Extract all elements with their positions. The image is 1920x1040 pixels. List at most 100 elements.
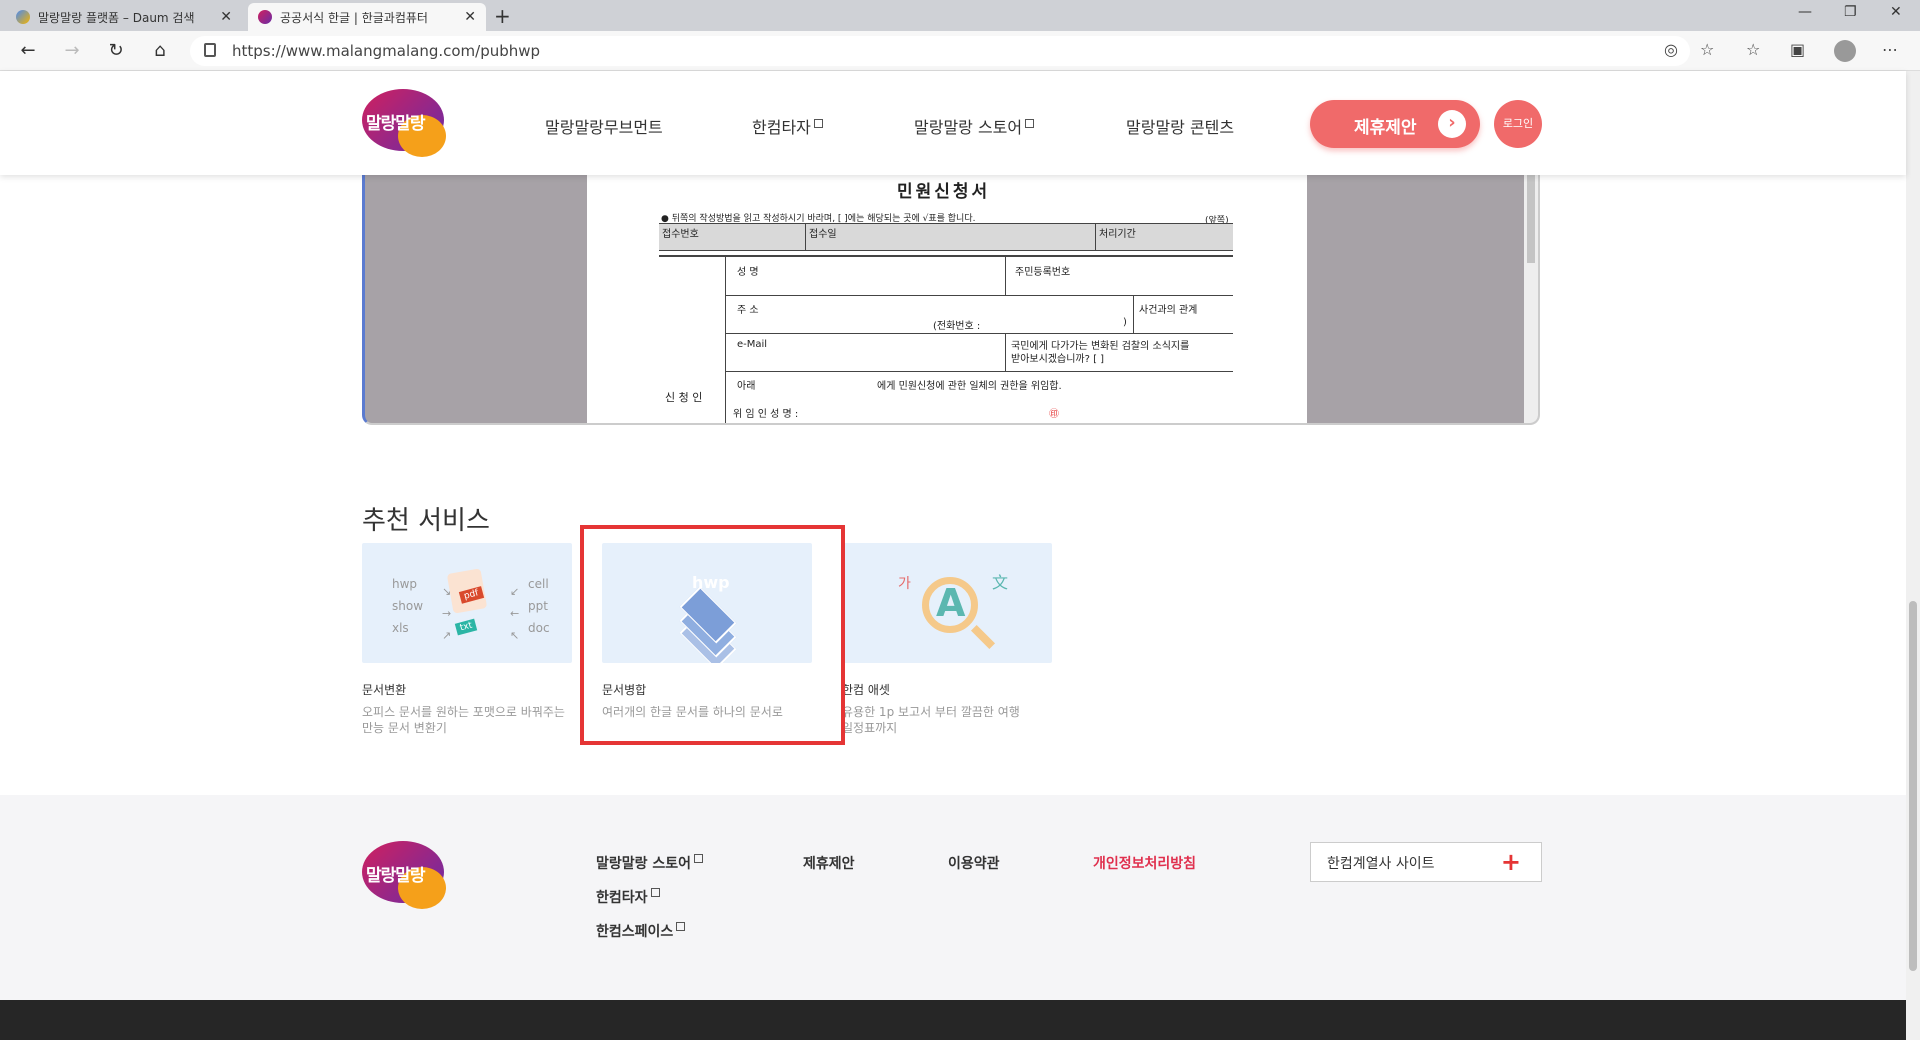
recommend-title: 추천 서비스 — [362, 506, 490, 536]
delegate-text: 에게 민원신청에 관한 일체의 권한을 위임합. — [877, 381, 1062, 392]
external-link-icon — [813, 119, 823, 128]
card-desc: 만능 문서 변환기 — [362, 721, 447, 735]
card-doc-convert[interactable]: hwp show xls ↘ → ↗ pdf txt ↙ ← ↖ cell ppt do… — [362, 543, 572, 736]
footer-logo[interactable]: 말랑말랑 — [362, 841, 448, 909]
doc-convert-thumbnail: hwp show xls ↘ → ↗ pdf txt ↙ ← ↖ cell ppt do… — [362, 543, 572, 663]
close-tab-icon[interactable]: ✕ — [220, 9, 232, 25]
name-label: 성 명 — [737, 267, 759, 278]
chinese-glyph: 文 — [992, 573, 1009, 592]
nav-movement[interactable]: 말랑말랑무브먼트 — [545, 114, 663, 138]
card-desc: 오피스 문서를 원하는 포맷으로 바꿔주는 — [362, 705, 565, 719]
nav-contents[interactable]: 말랑말랑 콘텐츠 — [1126, 114, 1234, 138]
tab-pubhwp[interactable]: 공공서식 한글 | 한글과컴퓨터 ✕ — [248, 3, 486, 31]
scrollbar-thumb[interactable] — [1909, 601, 1917, 971]
footer-link-terms[interactable]: 이용약관 — [948, 853, 1000, 873]
cta-label: 제휴제안 — [1354, 118, 1417, 138]
family-site-label: 한컴계열사 사이트 — [1327, 856, 1435, 872]
card-desc: 유용한 1p 보고서 부터 깔끔한 여행 — [842, 705, 1020, 719]
phone-label: (전화번호 : — [933, 321, 981, 332]
preview-scrollbar[interactable] — [1524, 157, 1538, 423]
nav-label: 말랑말랑 스토어 — [914, 118, 1023, 137]
close-tab-icon[interactable]: ✕ — [464, 9, 476, 25]
relation-label: 사건과의 관계 — [1139, 305, 1198, 316]
favorite-star-icon[interactable]: ☆ — [1700, 40, 1714, 59]
footer-link-label: 말랑말랑 스토어 — [596, 856, 692, 872]
preview-scrollbar-thumb[interactable] — [1527, 163, 1535, 263]
letter-a-glyph: A — [936, 581, 966, 625]
footer-link-store[interactable]: 말랑말랑 스토어 — [596, 853, 704, 873]
nav-label: 말랑말랑 콘텐츠 — [1126, 118, 1235, 137]
restore-icon[interactable]: ❐ — [1844, 4, 1857, 20]
hangul-glyph: 가 — [898, 576, 911, 592]
resident-no-label: 주민등록번호 — [1015, 267, 1071, 278]
format-label: cell — [528, 577, 549, 591]
home-icon[interactable]: ⌂ — [148, 39, 172, 63]
receipt-no-label: 접수번호 — [662, 229, 699, 240]
external-link-icon — [694, 854, 704, 863]
preview-page: 민원신청서 ● 뒤쪽의 작성방법을 읽고 작성하시기 바라며, [ ]에는 해당… — [587, 157, 1307, 423]
receipt-row — [659, 223, 1233, 251]
card-hancom-asset[interactable]: 가 A 文 한컴 애셋 유용한 1p 보고서 부터 깔끔한 여행 일정표까지 — [842, 543, 1052, 736]
reload-icon[interactable]: ↻ — [104, 39, 128, 63]
format-label: doc — [528, 621, 550, 635]
logo-text: 말랑말랑 — [366, 866, 426, 886]
footer-bottom-bar — [0, 1000, 1906, 1040]
address-label: 주 소 — [737, 305, 759, 316]
notice-question-2: 받아보시겠습니까? [ ] — [1011, 354, 1105, 365]
footer-link-space[interactable]: 한컴스페이스 — [596, 921, 686, 941]
login-button[interactable]: 로그인 — [1494, 100, 1542, 148]
nav-store[interactable]: 말랑말랑 스토어 — [914, 114, 1035, 138]
plus-icon: + — [1500, 848, 1521, 876]
back-icon[interactable]: ← — [16, 39, 40, 63]
nav-hancom-typing[interactable]: 한컴타자 — [752, 114, 823, 138]
format-label: ppt — [528, 599, 548, 613]
favorites-list-icon[interactable]: ☆ — [1746, 40, 1760, 59]
magnifier-handle — [970, 624, 996, 650]
footer-link-proposal[interactable]: 제휴제안 — [803, 853, 855, 873]
external-link-icon — [1025, 119, 1035, 128]
seal-icon: ㊞ — [1049, 409, 1059, 420]
footer-link-privacy[interactable]: 개인정보처리방침 — [1093, 853, 1196, 873]
format-label: hwp — [392, 577, 418, 591]
processing-period-label: 처리기간 — [1099, 229, 1136, 240]
forward-icon[interactable]: → — [60, 39, 84, 63]
document-preview[interactable]: 민원신청서 ● 뒤쪽의 작성방법을 읽고 작성하시기 바라며, [ ]에는 해당… — [362, 155, 1540, 425]
external-link-icon — [650, 888, 660, 897]
browser-tabbar: 말랑말랑 플랫폼 – Daum 검색 ✕ 공공서식 한글 | 한글과컴퓨터 ✕ … — [0, 0, 1920, 31]
minimize-icon[interactable]: — — [1798, 4, 1812, 20]
page-scrollbar[interactable] — [1906, 71, 1920, 1040]
highlight-box — [580, 525, 845, 745]
tab-title: 말랑말랑 플랫폼 – Daum 검색 — [38, 10, 195, 25]
card-name: 한컴 애셋 — [842, 683, 890, 697]
receipt-date-label: 접수일 — [809, 229, 837, 240]
daum-favicon-icon — [16, 10, 30, 24]
site-logo[interactable]: 말랑말랑 — [362, 89, 448, 157]
family-site-select[interactable]: 한컴계열사 사이트 + — [1310, 842, 1542, 882]
tab-daum-search[interactable]: 말랑말랑 플랫폼 – Daum 검색 ✕ — [6, 3, 242, 31]
arrow-icons: ↙ ← ↖ — [510, 585, 520, 642]
chevron-right-icon: › — [1438, 110, 1466, 138]
more-menu-icon[interactable]: ⋯ — [1882, 40, 1898, 59]
profile-avatar[interactable] — [1834, 40, 1856, 62]
tab-title: 공공서식 한글 | 한글과컴퓨터 — [280, 10, 428, 25]
tracking-icon[interactable]: ◎ — [1664, 40, 1678, 59]
doc-title: 민원신청서 — [897, 182, 991, 202]
card-desc: 일정표까지 — [842, 721, 898, 735]
lock-icon — [204, 43, 216, 57]
site-header: 말랑말랑 말랑말랑무브먼트 한컴타자 말랑말랑 스토어 말랑말랑 콘텐츠 제휴제… — [0, 71, 1906, 175]
format-label: xls — [392, 621, 409, 635]
close-window-icon[interactable]: ✕ — [1890, 4, 1902, 20]
footer-link-label: 한컴타자 — [596, 890, 648, 906]
footer-link-typing[interactable]: 한컴타자 — [596, 887, 660, 907]
partnership-button[interactable]: 제휴제안 › — [1310, 100, 1480, 148]
new-tab-icon[interactable]: + — [494, 4, 511, 28]
address-bar[interactable]: https://www.malangmalang.com/pubhwp — [190, 36, 1690, 66]
collections-icon[interactable]: ▣ — [1790, 40, 1805, 59]
txt-badge: txt — [454, 618, 478, 636]
format-label: show — [392, 599, 424, 613]
browser-toolbar: ← → ↻ ⌂ https://www.malangmalang.com/pub… — [0, 31, 1920, 71]
phone-close: ) — [1123, 317, 1127, 328]
logo-text: 말랑말랑 — [366, 114, 426, 134]
email-label: e-Mail — [737, 339, 768, 350]
external-link-icon — [676, 922, 686, 931]
